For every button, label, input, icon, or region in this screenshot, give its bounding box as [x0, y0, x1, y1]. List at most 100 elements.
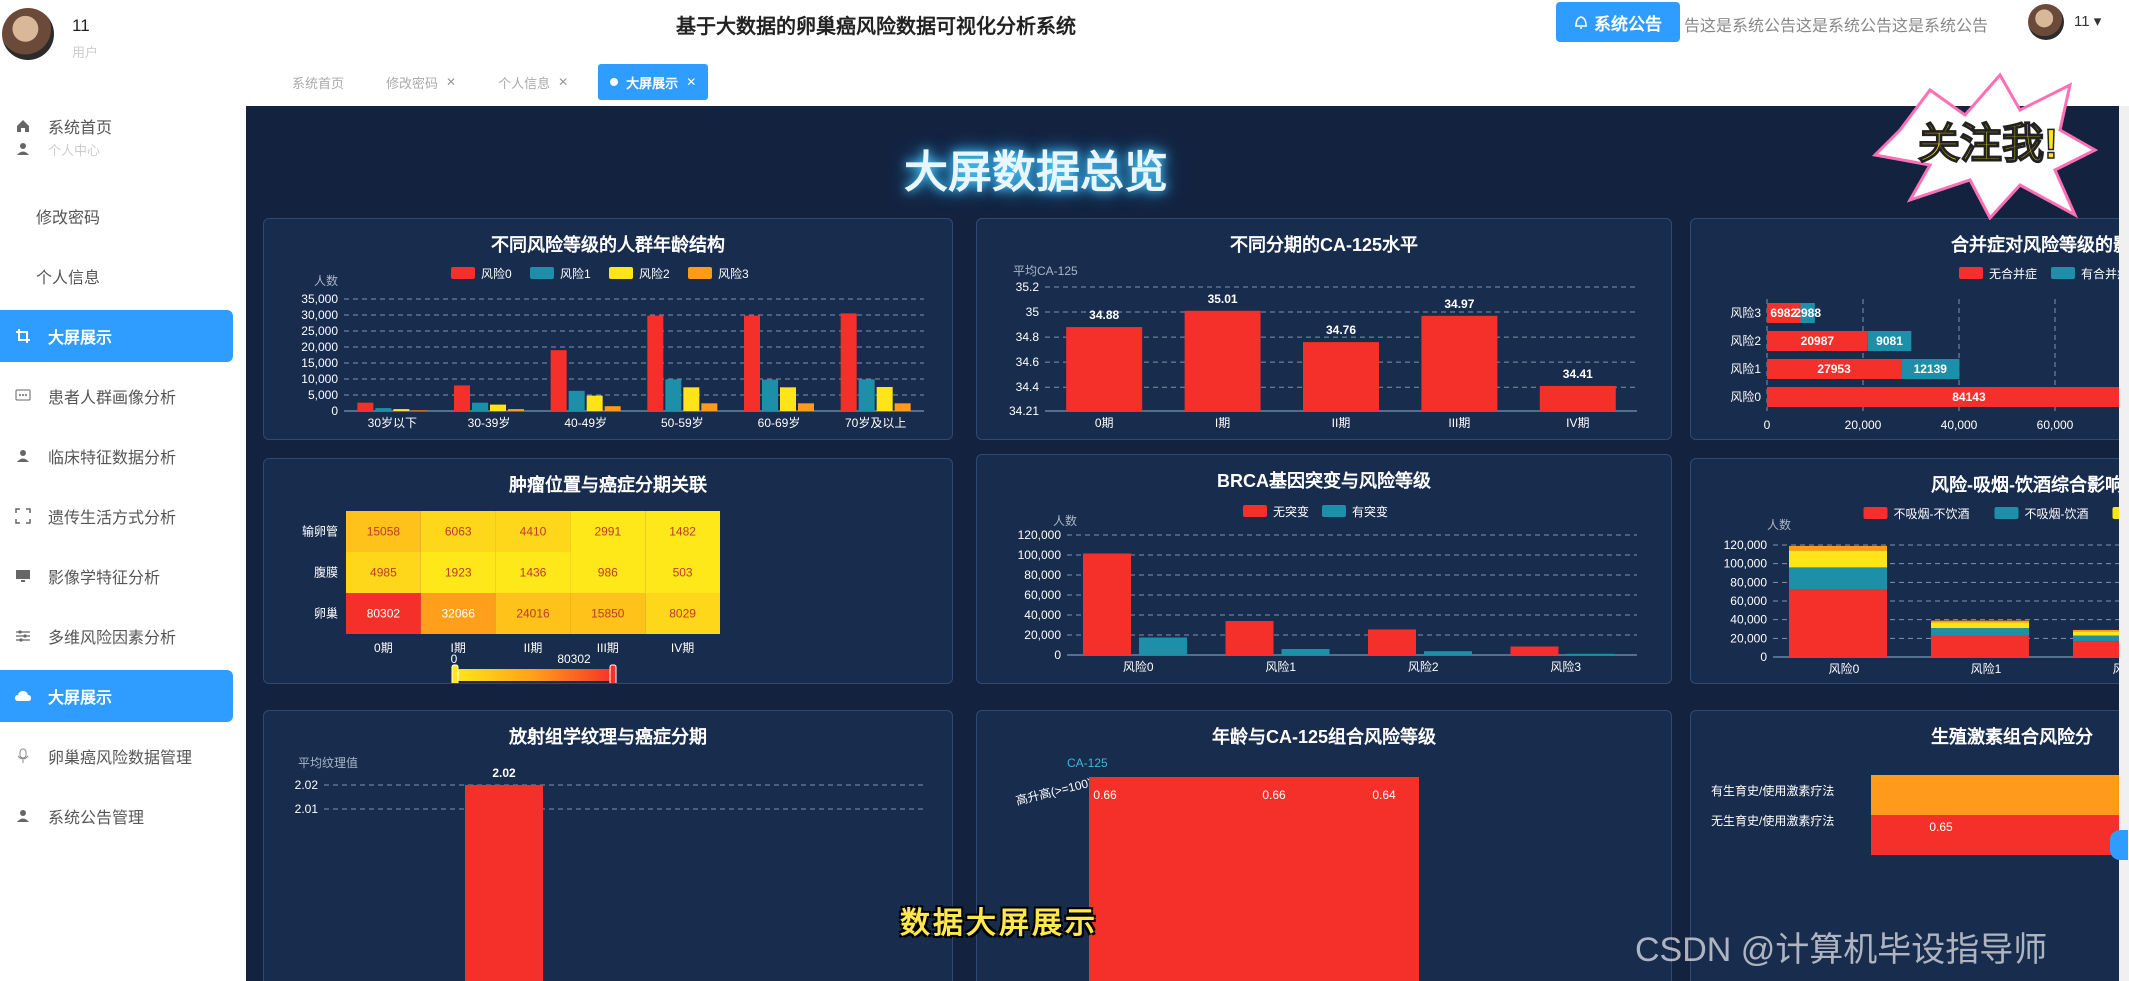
y-tick-label: 40,000: [1024, 608, 1061, 622]
x-tick-label: II期: [524, 641, 543, 655]
tab-label: 个人信息: [498, 75, 551, 91]
x-tick-label: 40-49岁: [564, 415, 607, 430]
legend-label: 有突变: [1352, 504, 1388, 519]
y-tick-label: 20,000: [301, 340, 338, 354]
bar: [454, 385, 470, 411]
heatmap-cell: [1089, 777, 1199, 981]
sidebar-item-patient-profile[interactable]: 患者人群画像分析: [0, 370, 246, 422]
y-tick-label: 20,000: [1024, 628, 1061, 642]
x-tick-label: 70岁及以上: [845, 415, 906, 430]
tab-bar: 系统首页 修改密码 ✕ 个人信息 ✕ 大屏展示 ✕: [280, 62, 726, 102]
visual-map-min-label: 0: [451, 652, 458, 666]
bar: [1225, 621, 1274, 655]
tab-big-screen[interactable]: 大屏展示 ✕: [598, 64, 709, 100]
dashboard: 大屏数据总览 不同风险等级的人群年龄结构 风险0 风险1 风险2 风险3 人数 0 5,00…: [246, 106, 2119, 981]
legend-swatch: [1959, 267, 1983, 279]
sidebar-item-label: 个人中心: [48, 142, 101, 158]
y-axis-label: CA-125: [1067, 756, 1108, 770]
header-avatar[interactable]: [2028, 4, 2064, 40]
bar: [858, 379, 875, 411]
bar: [1281, 649, 1330, 655]
chat-icon: [14, 387, 32, 405]
sidebar-item-genetic[interactable]: 遗传生活方式分析: [0, 490, 246, 542]
bar: [550, 350, 567, 411]
bar: [701, 403, 718, 411]
person-icon: [14, 447, 32, 465]
data-label: 20987: [1801, 334, 1835, 348]
heatmap-cell: [1309, 777, 1419, 981]
sidebar-item-personal-center[interactable]: 个人中心: [0, 138, 246, 160]
cell-label: 0.65: [1929, 820, 1953, 834]
bar: [665, 379, 682, 411]
sidebar-item-label: 遗传生活方式分析: [48, 510, 177, 527]
panel-age-structure: 不同风险等级的人群年龄结构 风险0 风险1 风险2 风险3 人数 0 5,000 10,000…: [263, 218, 953, 440]
legend-swatch: [1243, 505, 1267, 517]
cell-label: 4985: [370, 566, 397, 580]
sidebar-item-big-screen[interactable]: 大屏展示: [0, 310, 233, 362]
close-icon[interactable]: ✕: [686, 75, 696, 89]
avatar[interactable]: [2, 8, 54, 60]
y-tick-label: 风险2: [1730, 333, 1761, 348]
y-tick-label: 120,000: [1018, 528, 1062, 542]
y-tick-label: 输卵管: [302, 524, 338, 539]
bar: [2073, 631, 2119, 636]
y-axis-label: 平均CA-125: [1013, 264, 1078, 278]
panel-ca125: 不同分期的CA-125水平 平均CA-125 34.21 34.4 34.6 34.8 3…: [976, 218, 1672, 440]
tab-label: 系统首页: [292, 75, 345, 91]
cell-label: 0.66: [1262, 788, 1286, 802]
bar: [798, 403, 814, 411]
legend-swatch: [1322, 505, 1346, 517]
x-tick-label: 40,000: [1941, 418, 1978, 432]
cell-label: 4410: [520, 525, 547, 539]
data-label: 27953: [1817, 362, 1851, 376]
y-tick-label: 120,000: [1724, 538, 1768, 552]
y-tick-label: 60,000: [1024, 588, 1061, 602]
x-tick-label: 0期: [1095, 416, 1114, 430]
cell-label: 503: [673, 566, 693, 580]
close-icon[interactable]: ✕: [558, 75, 568, 89]
sidebar-item-profile[interactable]: 个人信息: [0, 250, 246, 302]
x-tick-label: IV期: [1566, 416, 1589, 430]
close-icon[interactable]: ✕: [446, 75, 456, 89]
sidebar-item-label: 系统公告管理: [48, 810, 145, 827]
bar: [1931, 635, 2029, 657]
bar: [1931, 620, 2029, 623]
bar: [1083, 553, 1131, 655]
bar: [1421, 315, 1498, 411]
legend-label: 风险0: [481, 266, 512, 281]
x-tick-label: 风险1: [1265, 659, 1296, 674]
data-label: 35.01: [1208, 292, 1238, 306]
side-toggle-button[interactable]: [2110, 830, 2128, 860]
y-tick-label: 100,000: [1018, 548, 1062, 562]
heatmap-cell: [1871, 775, 2119, 815]
sidebar-item-change-password[interactable]: 修改密码: [0, 190, 246, 242]
sidebar-item-clinical[interactable]: 临床特征数据分析: [0, 430, 246, 482]
y-tick-label: 34.6: [1016, 355, 1040, 369]
cell-label: 6063: [445, 525, 472, 539]
visual-map-handle-min: [451, 664, 459, 683]
header-user-name[interactable]: 11 ▾: [2074, 12, 2101, 30]
sidebar-item-data-management[interactable]: 卵巢癌风险数据管理: [0, 730, 246, 782]
x-tick-label: 0: [1764, 418, 1771, 432]
cell-label: 15850: [591, 607, 625, 621]
cell-label: 0.64: [1372, 788, 1396, 802]
dashboard-title: 大屏数据总览: [904, 148, 1168, 197]
tab-change-password[interactable]: 修改密码 ✕: [374, 64, 468, 100]
tab-profile[interactable]: 个人信息 ✕: [486, 64, 580, 100]
bar: [472, 402, 488, 411]
legend-label: 不吸烟-饮酒: [2025, 507, 2089, 521]
chart-ca125: 平均CA-125 34.21 34.4 34.6 34.8 35 35.2 0期 I期 II期 II…: [1009, 264, 1637, 430]
notice-button[interactable]: 系统公告: [1556, 2, 1680, 42]
legend-label: 风险2: [639, 266, 670, 281]
bar: [683, 387, 700, 411]
data-label: 34.41: [1563, 367, 1593, 381]
video-caption: 数据大屏展示: [900, 907, 1098, 940]
sidebar-item-imaging[interactable]: 影像学特征分析: [0, 550, 246, 602]
legend-swatch: [2051, 267, 2075, 279]
tab-home[interactable]: 系统首页: [280, 64, 356, 100]
sidebar-item-notice-management[interactable]: 系统公告管理: [0, 790, 246, 842]
sidebar-item-risk-factors[interactable]: 多维风险因素分析: [0, 610, 246, 662]
sidebar-item-big-screen-2[interactable]: 大屏展示: [0, 670, 233, 722]
chart-age-structure: 风险0 风险1 风险2 风险3 人数 0 5,000 10,000 15,000 20,000 25…: [301, 266, 924, 430]
header: 基于大数据的卵巢癌风险数据可视化分析系统 系统公告 告这是系统公告这是系统公告这…: [246, 0, 2129, 50]
